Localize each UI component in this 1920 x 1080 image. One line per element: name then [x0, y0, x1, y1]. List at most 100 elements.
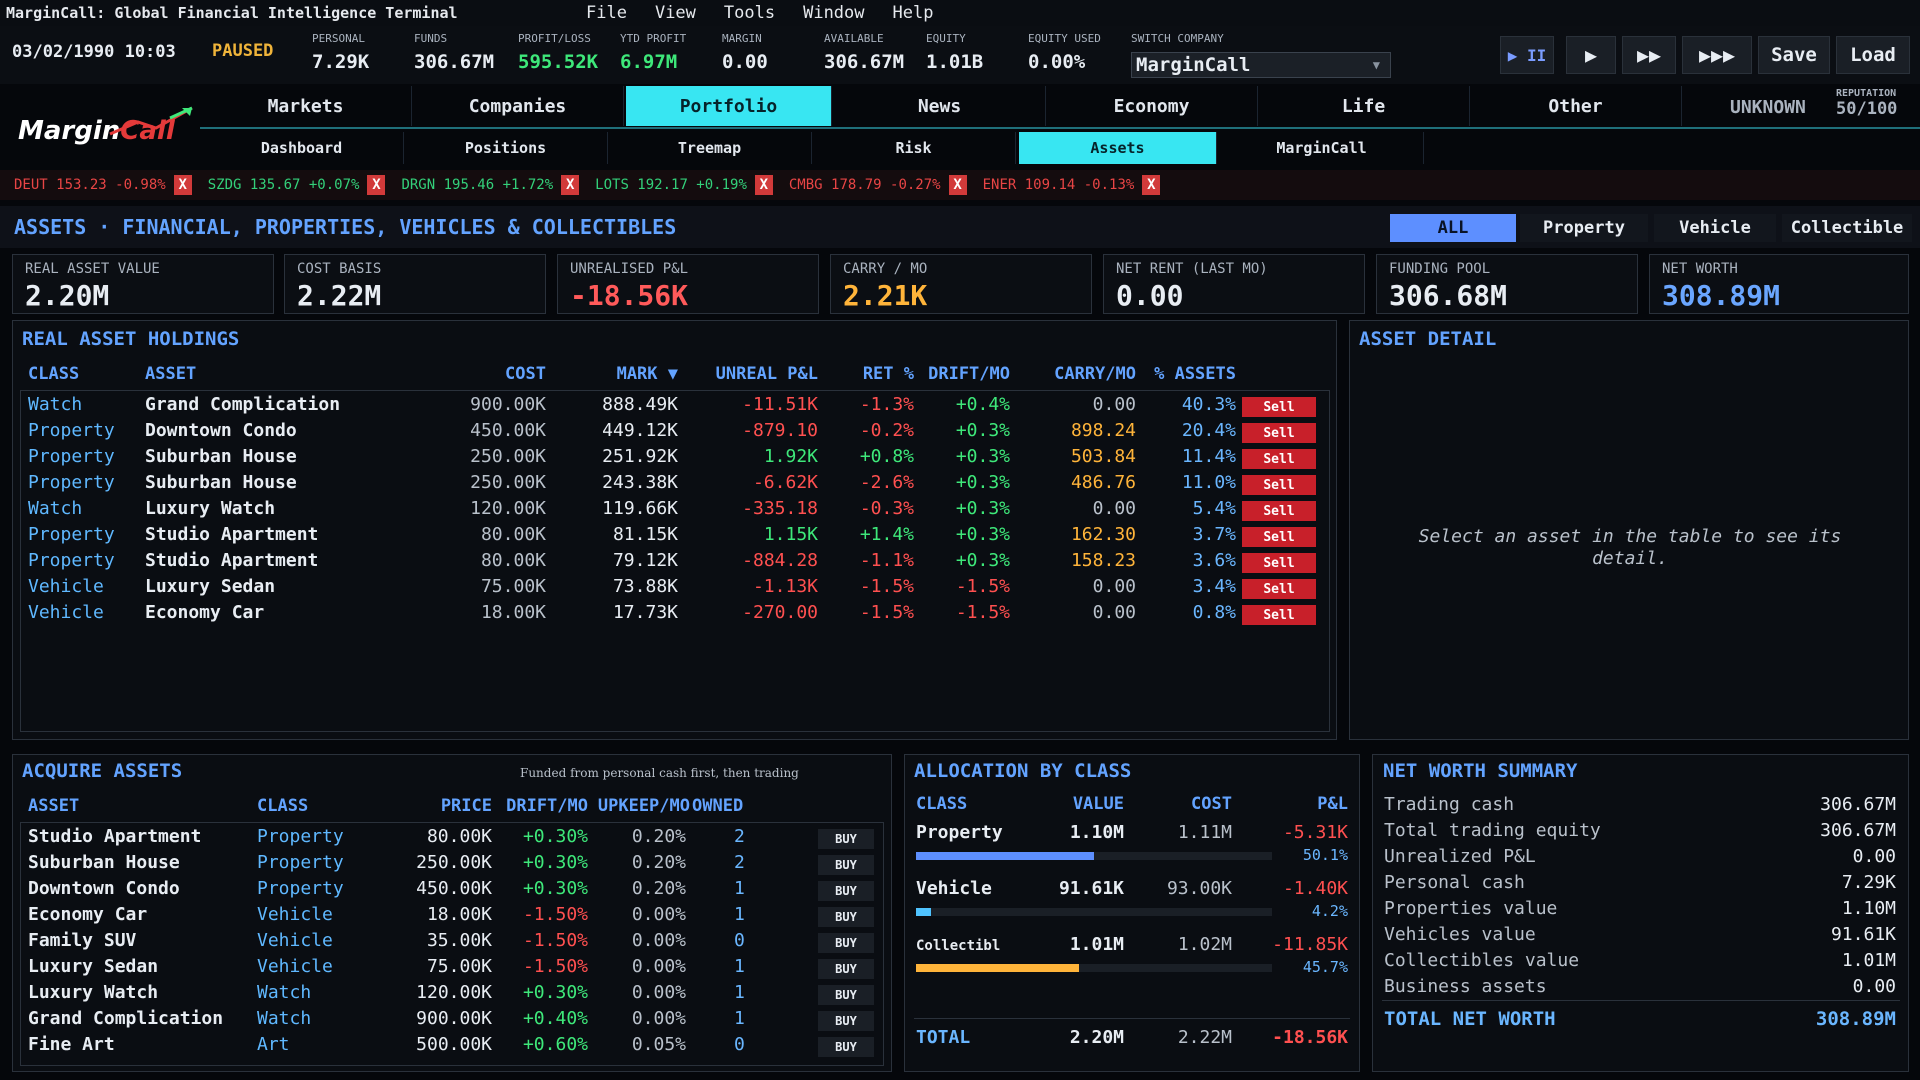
- company-select[interactable]: MarginCall ▼: [1131, 52, 1391, 78]
- subtab-positions[interactable]: Positions: [404, 132, 608, 164]
- close-icon[interactable]: X: [754, 175, 773, 195]
- kpi-label: COST BASIS: [297, 261, 382, 277]
- sell-button[interactable]: Sell: [1242, 475, 1316, 495]
- acq-col-asset[interactable]: ASSET: [28, 796, 79, 816]
- tab-companies[interactable]: Companies: [412, 86, 624, 126]
- sell-button[interactable]: Sell: [1242, 579, 1316, 599]
- stat-label: PROFIT/LOSS: [518, 32, 591, 45]
- kpi-carry-mo: CARRY / MO 2.21K: [830, 254, 1092, 314]
- acquire-price: 900.00K: [416, 1008, 492, 1029]
- filter-property[interactable]: Property: [1520, 214, 1648, 242]
- kpi-label: UNREALISED P&L: [570, 261, 689, 277]
- alloc-col-class: CLASS: [916, 794, 968, 814]
- acq-col-owned[interactable]: OWNED: [692, 796, 743, 816]
- reputation-value: 50/100: [1836, 99, 1898, 119]
- acq-col-upkeep[interactable]: UPKEEP/MO: [590, 796, 690, 816]
- networth-label: Total trading equity: [1384, 820, 1601, 841]
- subtab-dashboard[interactable]: Dashboard: [200, 132, 404, 164]
- subtab-treemap[interactable]: Treemap: [608, 132, 812, 164]
- col-cost[interactable]: COST: [440, 364, 546, 384]
- fast-forward-button[interactable]: ▶▶: [1622, 36, 1676, 74]
- tab-economy[interactable]: Economy: [1046, 86, 1258, 126]
- menu-tools[interactable]: Tools: [724, 3, 775, 23]
- buy-button[interactable]: BUY: [818, 1037, 874, 1057]
- close-icon[interactable]: X: [367, 175, 386, 195]
- acquire-drift: +0.30%: [522, 982, 588, 1003]
- subtab-risk[interactable]: Risk: [812, 132, 1016, 164]
- buy-button[interactable]: BUY: [818, 985, 874, 1005]
- acquire-upkeep: 0.20%: [631, 826, 686, 847]
- close-icon[interactable]: X: [948, 175, 967, 195]
- holding-carry: 0.00: [1092, 602, 1136, 623]
- pause-button[interactable]: ▶ II: [1500, 36, 1554, 74]
- sell-button[interactable]: Sell: [1242, 501, 1316, 521]
- col-unreal-pnl[interactable]: UNREAL P&L: [690, 364, 818, 384]
- col-carry[interactable]: CARRY/MO: [1024, 364, 1136, 384]
- sell-button[interactable]: Sell: [1242, 423, 1316, 443]
- acquire-price: 35.00K: [426, 930, 492, 951]
- tab-life[interactable]: Life: [1258, 86, 1470, 126]
- acq-col-drift[interactable]: DRIFT/MO: [494, 796, 588, 816]
- ticker-text[interactable]: ENER 109.14 -0.13%: [983, 177, 1135, 193]
- col-drift[interactable]: DRIFT/MO: [916, 364, 1010, 384]
- ticker-text[interactable]: SZDG 135.67 +0.07%: [208, 177, 360, 193]
- menu-help[interactable]: Help: [893, 3, 934, 23]
- holding-cost: 120.00K: [470, 498, 546, 519]
- tab-portfolio[interactable]: Portfolio: [626, 86, 832, 126]
- holding-carry: 0.00: [1092, 394, 1136, 415]
- tab-markets[interactable]: Markets: [200, 86, 412, 126]
- sell-button[interactable]: Sell: [1242, 449, 1316, 469]
- acq-col-class[interactable]: CLASS: [257, 796, 308, 816]
- filter-vehicle[interactable]: Vehicle: [1654, 214, 1776, 242]
- buy-button[interactable]: BUY: [818, 933, 874, 953]
- fastest-forward-button[interactable]: ▶▶▶: [1682, 36, 1752, 74]
- subtab-assets[interactable]: Assets: [1019, 132, 1217, 164]
- filter-all[interactable]: ALL: [1390, 214, 1516, 242]
- sell-button[interactable]: Sell: [1242, 397, 1316, 417]
- chevron-down-icon: ▼: [1372, 58, 1380, 72]
- load-button[interactable]: Load: [1836, 36, 1910, 74]
- acquire-asset: Grand Complication: [28, 1008, 224, 1029]
- networth-value: 0.00: [1852, 846, 1896, 867]
- kpi-label: NET WORTH: [1662, 261, 1738, 277]
- sell-button[interactable]: Sell: [1242, 553, 1316, 573]
- filter-collectible[interactable]: Collectible: [1782, 214, 1912, 242]
- buy-button[interactable]: BUY: [818, 829, 874, 849]
- acquire-price: 18.00K: [426, 904, 492, 925]
- tab-news[interactable]: News: [834, 86, 1046, 126]
- close-icon[interactable]: X: [561, 175, 580, 195]
- alloc-value: 1.10M: [1069, 822, 1124, 843]
- menu-file[interactable]: File: [586, 3, 627, 23]
- ticker-text[interactable]: CMBG 178.79 -0.27%: [789, 177, 941, 193]
- acquire-upkeep: 0.00%: [631, 982, 686, 1003]
- close-icon[interactable]: X: [173, 175, 192, 195]
- acq-col-price[interactable]: PRICE: [400, 796, 492, 816]
- kpi-value: 2.22M: [297, 279, 382, 312]
- play-button[interactable]: ▶: [1566, 36, 1616, 74]
- subtab-margincall[interactable]: MarginCall: [1220, 132, 1424, 164]
- sell-button[interactable]: Sell: [1242, 605, 1316, 625]
- ticker-text[interactable]: LOTS 192.17 +0.19%: [595, 177, 747, 193]
- buy-button[interactable]: BUY: [818, 855, 874, 875]
- close-icon[interactable]: X: [1142, 175, 1161, 195]
- col-pct-assets[interactable]: % ASSETS: [1140, 364, 1236, 384]
- alloc-total-cost: 2.22M: [1177, 1027, 1232, 1048]
- buy-button[interactable]: BUY: [818, 881, 874, 901]
- menu-view[interactable]: View: [655, 3, 696, 23]
- col-mark[interactable]: MARK ▼: [560, 364, 678, 384]
- col-class[interactable]: CLASS: [28, 364, 79, 384]
- col-asset[interactable]: ASSET: [145, 364, 196, 384]
- ticker-text[interactable]: DRGN 195.46 +1.72%: [401, 177, 553, 193]
- tab-other[interactable]: Other: [1470, 86, 1682, 126]
- holding-ret: +0.8%: [859, 446, 914, 467]
- buy-button[interactable]: BUY: [818, 907, 874, 927]
- buy-button[interactable]: BUY: [818, 1011, 874, 1031]
- col-ret[interactable]: RET %: [830, 364, 914, 384]
- sell-button[interactable]: Sell: [1242, 527, 1316, 547]
- ticker-text[interactable]: DEUT 153.23 -0.98%: [14, 177, 166, 193]
- holding-pct-assets: 5.4%: [1192, 498, 1236, 519]
- save-button[interactable]: Save: [1758, 36, 1830, 74]
- holding-pnl: 1.92K: [763, 446, 818, 467]
- buy-button[interactable]: BUY: [818, 959, 874, 979]
- menu-window[interactable]: Window: [803, 3, 864, 23]
